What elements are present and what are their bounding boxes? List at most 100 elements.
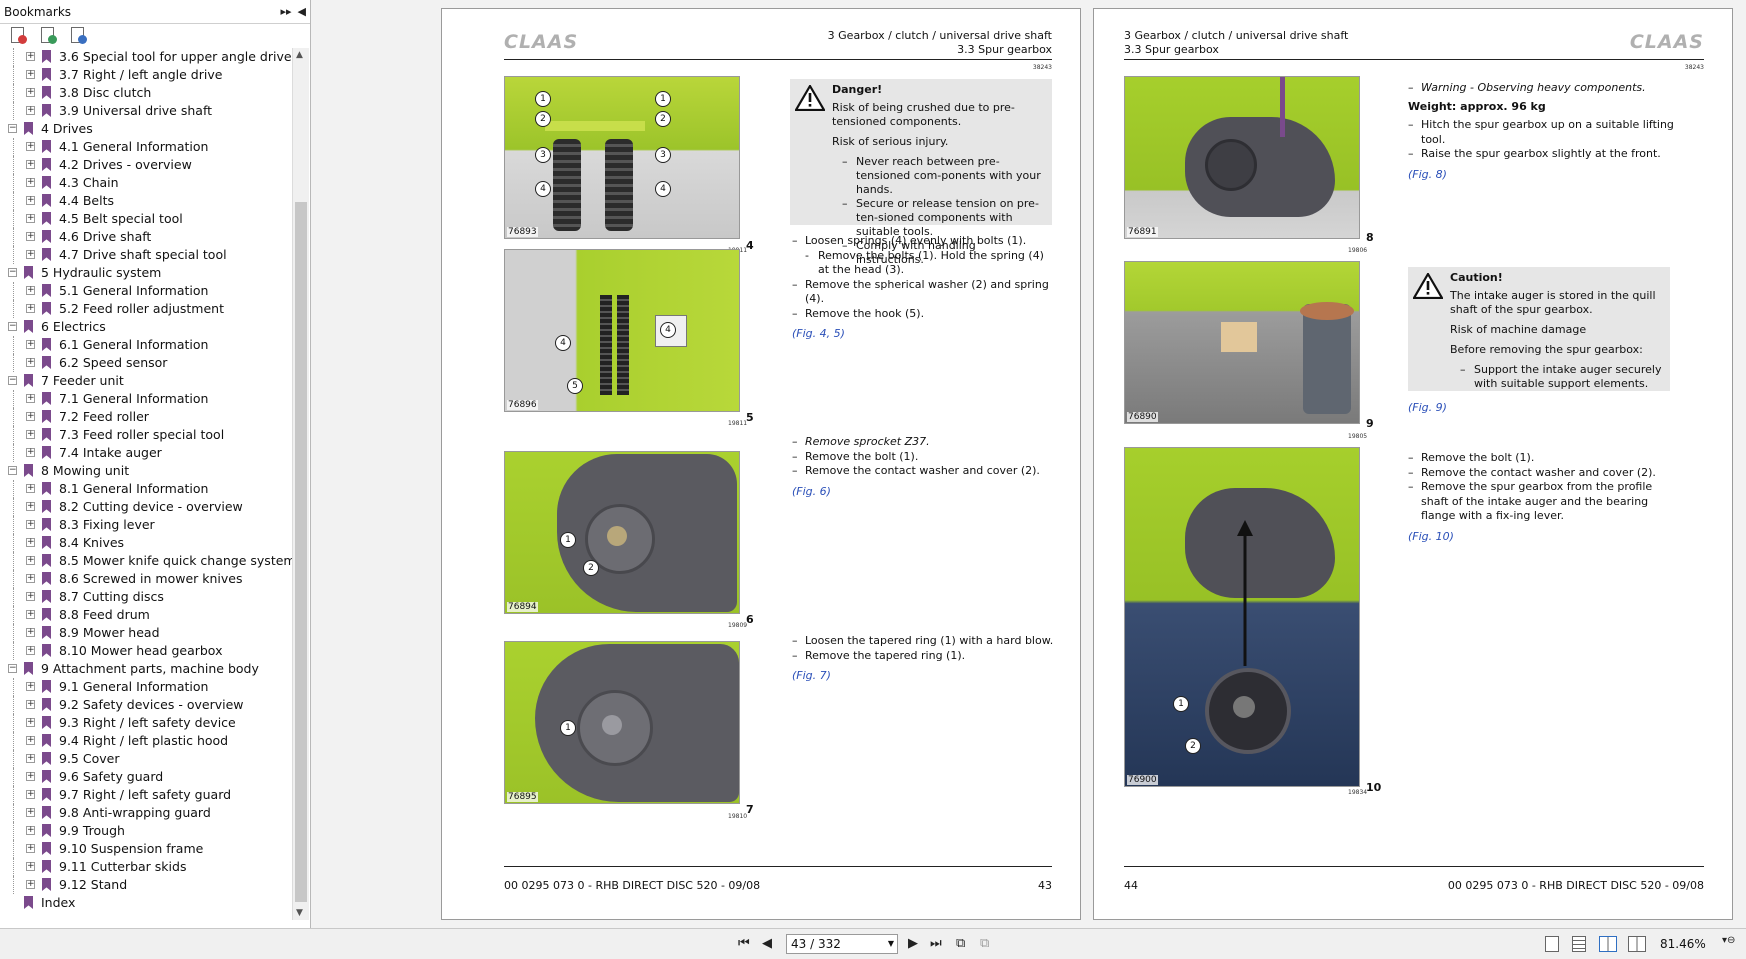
bookmark-item[interactable]: +6.2 Speed sensor <box>0 354 292 372</box>
last-page-icon[interactable]: ⏭ <box>930 936 942 951</box>
bookmark-item[interactable]: +9.2 Safety devices - overview <box>0 696 292 714</box>
bookmark-item[interactable]: +9.10 Suspension frame <box>0 840 292 858</box>
collapse-panel-icon[interactable]: ◀ <box>298 5 306 18</box>
expand-icon[interactable]: + <box>26 340 35 349</box>
bookmark-item[interactable]: +7.4 Intake auger <box>0 444 292 462</box>
bookmark-item[interactable]: +4.6 Drive shaft <box>0 228 292 246</box>
bookmark-item[interactable]: +9.9 Trough <box>0 822 292 840</box>
bookmark-item[interactable]: +9.5 Cover <box>0 750 292 768</box>
collapse-icon[interactable]: − <box>8 466 17 475</box>
expand-icon[interactable]: + <box>26 538 35 547</box>
expand-icon[interactable]: + <box>26 106 35 115</box>
expand-icon[interactable]: + <box>26 520 35 529</box>
expand-icon[interactable]: + <box>26 448 35 457</box>
bookmark-item[interactable]: +8.7 Cutting discs <box>0 588 292 606</box>
bookmark-chapter[interactable]: − 6 Electrics <box>0 318 292 336</box>
next-page-icon[interactable]: ▶ <box>908 936 918 951</box>
bookmark-item[interactable]: +9.6 Safety guard <box>0 768 292 786</box>
bookmark-item[interactable]: +3.6 Special tool for upper angle drive <box>0 48 292 66</box>
bookmark-item[interactable]: +8.6 Screwed in mower knives <box>0 570 292 588</box>
bookmark-item[interactable]: +9.3 Right / left safety device <box>0 714 292 732</box>
expand-icon[interactable]: + <box>26 826 35 835</box>
expand-icon[interactable]: + <box>26 394 35 403</box>
bookmark-chapter[interactable]: − 8 Mowing unit <box>0 462 292 480</box>
scroll-down-icon[interactable]: ▼ <box>296 908 303 918</box>
bookmark-item[interactable]: +8.10 Mower head gearbox <box>0 642 292 660</box>
bookmark-item[interactable]: +4.3 Chain <box>0 174 292 192</box>
figure-reference-link[interactable]: (Fig. 10) <box>1408 530 1670 545</box>
page-number-field[interactable]: 43 / 332 ▼ <box>786 934 898 954</box>
panel-options-icon[interactable]: ▸▸ <box>280 5 291 18</box>
bookmark-chapter[interactable]: − 9 Attachment parts, machine body <box>0 660 292 678</box>
expand-icon[interactable]: + <box>26 754 35 763</box>
bookmark-item[interactable]: +9.11 Cutterbar skids <box>0 858 292 876</box>
expand-icon[interactable]: + <box>26 88 35 97</box>
collapse-icon[interactable]: − <box>8 268 17 277</box>
add-bookmark-icon[interactable] <box>40 27 57 44</box>
collapse-icon[interactable]: − <box>8 664 17 673</box>
bookmark-item[interactable]: +8.3 Fixing lever <box>0 516 292 534</box>
expand-icon[interactable]: + <box>26 178 35 187</box>
expand-icon[interactable]: + <box>26 430 35 439</box>
expand-icon[interactable]: + <box>26 412 35 421</box>
figure-reference-link[interactable]: (Fig. 6) <box>792 485 1054 500</box>
bookmark-item[interactable]: +8.5 Mower knife quick change system <box>0 552 292 570</box>
scrollbar-thumb[interactable] <box>295 202 307 902</box>
expand-icon[interactable]: + <box>26 358 35 367</box>
expand-icon[interactable]: + <box>26 142 35 151</box>
bookmark-item[interactable]: +7.1 General Information <box>0 390 292 408</box>
bookmarks-scrollbar[interactable]: ▲ ▼ <box>292 48 309 920</box>
bookmark-item[interactable]: +9.1 General Information <box>0 678 292 696</box>
bookmark-item[interactable]: +8.9 Mower head <box>0 624 292 642</box>
bookmark-item[interactable]: +4.1 General Information <box>0 138 292 156</box>
expand-icon[interactable]: + <box>26 286 35 295</box>
figure-reference-link[interactable]: (Fig. 8) <box>1408 168 1678 183</box>
chevron-down-icon[interactable]: ▼ <box>888 935 894 953</box>
expand-icon[interactable]: + <box>26 70 35 79</box>
find-bookmark-icon[interactable] <box>70 27 87 44</box>
bookmark-item[interactable]: +3.8 Disc clutch <box>0 84 292 102</box>
bookmark-item[interactable]: +4.7 Drive shaft special tool <box>0 246 292 264</box>
bookmark-item[interactable]: +8.4 Knives <box>0 534 292 552</box>
bookmark-chapter[interactable]: − 7 Feeder unit <box>0 372 292 390</box>
bookmark-item[interactable]: +8.8 Feed drum <box>0 606 292 624</box>
expand-icon[interactable]: + <box>26 250 35 259</box>
figure-reference-link[interactable]: (Fig. 9) <box>1408 401 1447 416</box>
expand-icon[interactable]: + <box>26 556 35 565</box>
expand-icon[interactable]: + <box>26 574 35 583</box>
zoom-level[interactable]: 81.46% <box>1660 937 1706 951</box>
figure-reference-link[interactable]: (Fig. 4, 5) <box>792 327 1054 342</box>
expand-icon[interactable]: + <box>26 304 35 313</box>
expand-icon[interactable]: + <box>26 160 35 169</box>
bookmark-item[interactable]: +3.9 Universal drive shaft <box>0 102 292 120</box>
bookmark-item[interactable]: +9.4 Right / left plastic hood <box>0 732 292 750</box>
bookmark-item[interactable]: +6.1 General Information <box>0 336 292 354</box>
expand-icon[interactable]: + <box>26 214 35 223</box>
expand-icon[interactable]: + <box>26 52 35 61</box>
expand-icon[interactable]: + <box>26 862 35 871</box>
expand-icon[interactable]: + <box>26 880 35 889</box>
bookmark-item[interactable]: +4.5 Belt special tool <box>0 210 292 228</box>
expand-icon[interactable]: + <box>26 736 35 745</box>
bookmark-item[interactable]: +8.1 General Information <box>0 480 292 498</box>
delete-bookmark-icon[interactable] <box>10 27 27 44</box>
expand-icon[interactable]: + <box>26 196 35 205</box>
bookmark-item[interactable]: +5.1 General Information <box>0 282 292 300</box>
continuous-view-icon[interactable] <box>1572 936 1586 952</box>
expand-icon[interactable]: + <box>26 700 35 709</box>
bookmark-item[interactable]: +4.2 Drives - overview <box>0 156 292 174</box>
bookmark-item[interactable]: +8.2 Cutting device - overview <box>0 498 292 516</box>
expand-icon[interactable]: + <box>26 232 35 241</box>
figure-reference-link[interactable]: (Fig. 7) <box>792 669 1054 684</box>
previous-page-icon[interactable]: ◀ <box>762 936 772 951</box>
expand-icon[interactable]: + <box>26 808 35 817</box>
two-page-view-icon[interactable] <box>1599 936 1617 952</box>
bookmark-item[interactable]: +4.4 Belts <box>0 192 292 210</box>
expand-icon[interactable]: + <box>26 790 35 799</box>
expand-icon[interactable]: + <box>26 610 35 619</box>
collapse-icon[interactable]: − <box>8 322 17 331</box>
collapse-icon[interactable]: − <box>8 376 17 385</box>
bookmark-chapter[interactable]: − 5 Hydraulic system <box>0 264 292 282</box>
expand-icon[interactable]: + <box>26 484 35 493</box>
bookmark-chapter[interactable]: − 4 Drives <box>0 120 292 138</box>
